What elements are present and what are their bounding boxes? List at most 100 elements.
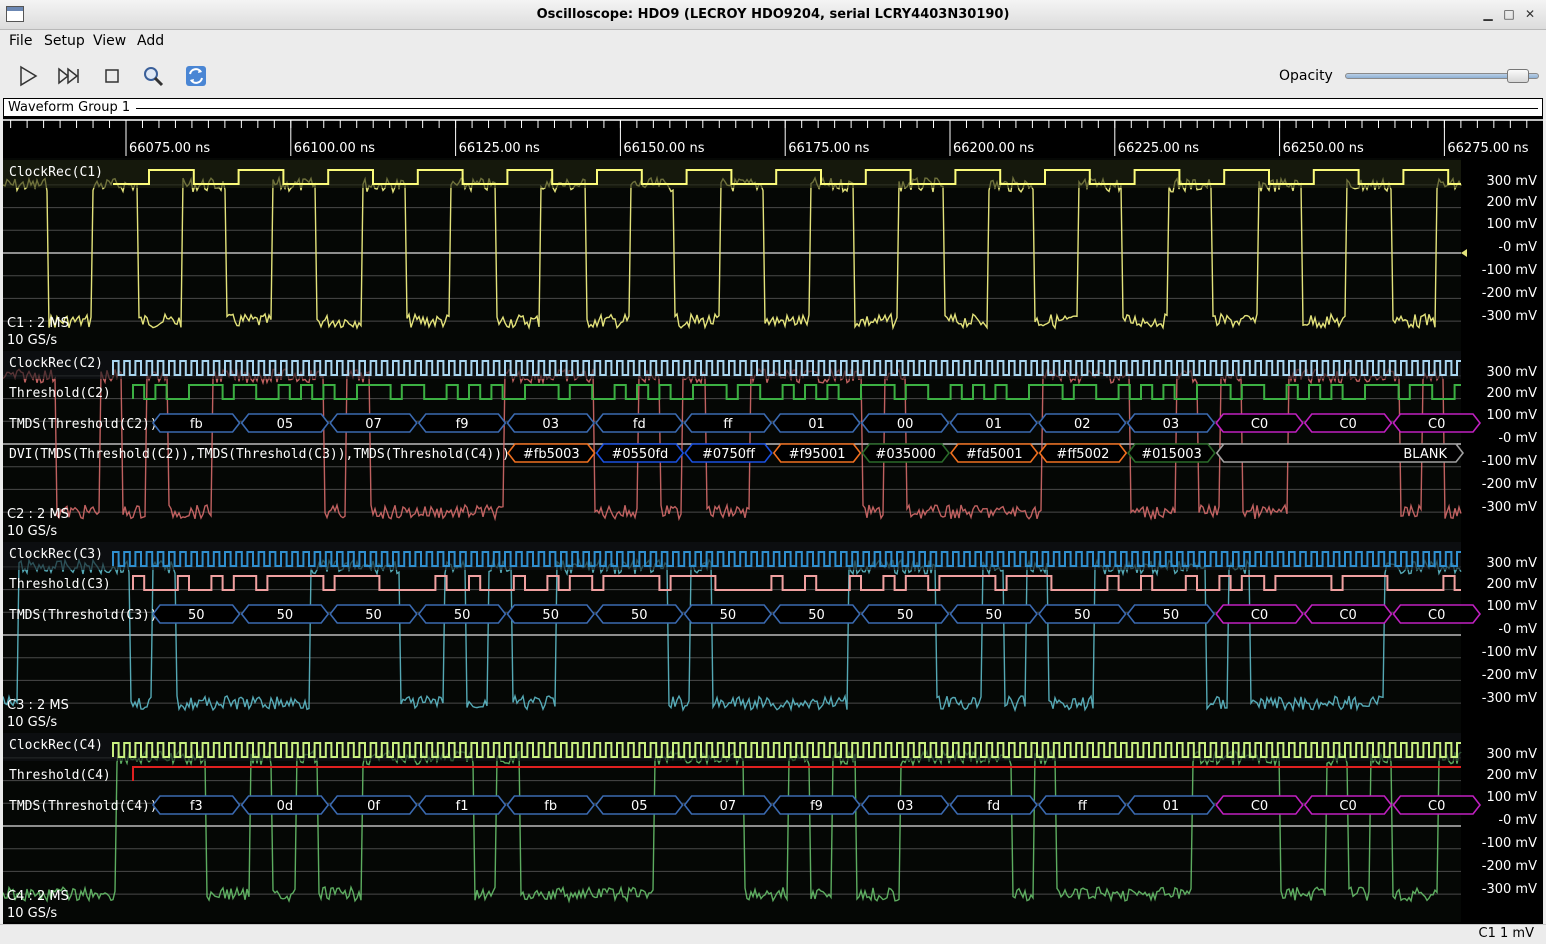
- trace-label: DVI(TMDS(Threshold(C2)),TMDS(Threshold(C…: [9, 447, 510, 462]
- scale-label: 200 mV: [1486, 577, 1537, 592]
- tmds-symbol-label: 50: [277, 608, 294, 623]
- stop-icon[interactable]: [100, 64, 124, 88]
- trigger-level-marker[interactable]: [1461, 249, 1467, 257]
- trace-label: ClockRec(C4): [9, 738, 103, 753]
- dvi-symbol-label: BLANK: [1403, 447, 1447, 462]
- scale-label: -300 mV: [1482, 309, 1537, 324]
- dvi-symbol-label: #0550fd: [611, 447, 668, 462]
- trace-label: TMDS(Threshold(C2)): [9, 417, 158, 432]
- tmds-symbol-label: 50: [631, 608, 648, 623]
- tmds-symbol-label: C0: [1251, 417, 1268, 432]
- minimize-icon[interactable]: ▁: [1480, 7, 1496, 23]
- scale-label: 100 mV: [1486, 599, 1537, 614]
- channel-rate-label: 10 GS/s: [7, 906, 57, 921]
- tmds-symbol-label: fd: [633, 417, 646, 432]
- dvi-symbol-label: #fd5001: [966, 447, 1023, 462]
- tmds-symbol-label: 07: [365, 417, 382, 432]
- channel-panel-c4[interactable]: ClockRec(C4) Threshold(C4) TMDS(Threshold(…: [3, 731, 1537, 922]
- menu-add[interactable]: Add: [137, 33, 164, 49]
- refresh-icon[interactable]: [184, 64, 208, 88]
- title-bar: Oscilloscope: HDO9 (LECROY HDO9204, seri…: [0, 0, 1546, 30]
- zoom-icon[interactable]: [141, 64, 165, 88]
- channel-panel-c1[interactable]: ClockRec(C1) C1 : 2 MS 10 GS/s 300 mV 200 mV…: [3, 158, 1537, 349]
- tmds-symbol-label: C0: [1428, 417, 1445, 432]
- scale-label: -100 mV: [1482, 454, 1537, 469]
- tmds-symbol-label: C0: [1251, 799, 1268, 814]
- trace-label: TMDS(Threshold(C3)): [9, 608, 158, 623]
- dvi-symbol-label: #f95001: [789, 447, 846, 462]
- trace-label: ClockRec(C1): [9, 165, 103, 180]
- channel-panel-c2[interactable]: ClockRec(C2) Threshold(C2) TMDS(Threshold(…: [3, 349, 1537, 540]
- tmds-symbol-label: C0: [1339, 799, 1356, 814]
- tmds-symbol-label: 03: [897, 799, 914, 814]
- tmds-symbol-label: 50: [720, 608, 737, 623]
- scale-label: 100 mV: [1486, 217, 1537, 232]
- scale-label: -200 mV: [1482, 668, 1537, 683]
- scale-label: -200 mV: [1482, 477, 1537, 492]
- tmds-symbol-label: 50: [985, 608, 1002, 623]
- dvi-symbol-label: #015003: [1141, 447, 1202, 462]
- tmds-symbol-label: 07: [720, 799, 737, 814]
- channel-memory-label: C1 : 2 MS: [7, 316, 69, 331]
- channel-rate-label: 10 GS/s: [7, 524, 57, 539]
- tmds-symbol-label: fd: [987, 799, 1000, 814]
- tmds-symbol-label: 03: [542, 417, 559, 432]
- tmds-symbol-label: 00: [897, 417, 914, 432]
- window-title: Oscilloscope: HDO9 (LECROY HDO9204, seri…: [536, 7, 1010, 22]
- maximize-icon[interactable]: □: [1501, 7, 1517, 23]
- scale-label: 300 mV: [1486, 747, 1537, 762]
- waveform-group: Waveform Group 1 66075.00 ns 66100.00 ns 6…: [3, 98, 1543, 924]
- scale-label: -0 mV: [1498, 240, 1537, 255]
- dvi-symbol-label: #0750ff: [702, 447, 756, 462]
- status-bar: C1 1 mV: [0, 924, 1546, 944]
- scale-label: 100 mV: [1486, 790, 1537, 805]
- tmds-symbol-label: ff: [723, 417, 733, 432]
- waveform-view[interactable]: ClockRec(C1) C1 : 2 MS 10 GS/s 300 mV 200 mV…: [3, 98, 1543, 924]
- scale-label: -200 mV: [1482, 859, 1537, 874]
- trace-label: ClockRec(C3): [9, 547, 103, 562]
- tmds-symbol-label: C0: [1339, 417, 1356, 432]
- scale-label: -0 mV: [1498, 813, 1537, 828]
- scale-label: -100 mV: [1482, 263, 1537, 278]
- tmds-symbol-label: 50: [1163, 608, 1180, 623]
- menu-file[interactable]: File: [9, 33, 32, 49]
- tmds-symbol-label: 50: [365, 608, 382, 623]
- trace-label: ClockRec(C2): [9, 356, 103, 371]
- menu-setup[interactable]: Setup: [44, 33, 85, 49]
- tmds-symbol-label: 03: [1163, 417, 1180, 432]
- scale-label: 100 mV: [1486, 408, 1537, 423]
- scale-label: -0 mV: [1498, 622, 1537, 637]
- scale-label: 300 mV: [1486, 174, 1537, 189]
- scale-label: -200 mV: [1482, 286, 1537, 301]
- scale-label: 200 mV: [1486, 768, 1537, 783]
- channel-memory-label: C2 : 2 MS: [7, 507, 69, 522]
- trace-label: Threshold(C4): [9, 768, 111, 783]
- menu-view[interactable]: View: [93, 33, 126, 49]
- channel-rate-label: 10 GS/s: [7, 333, 57, 348]
- tmds-symbol-label: 50: [454, 608, 471, 623]
- scale-label: -300 mV: [1482, 500, 1537, 515]
- step-icon[interactable]: [57, 64, 81, 88]
- channel-memory-label: C4 : 2 MS: [7, 889, 69, 904]
- tmds-symbol-label: C0: [1428, 799, 1445, 814]
- tmds-symbol-label: 50: [897, 608, 914, 623]
- opacity-slider-handle[interactable]: [1506, 69, 1529, 83]
- trace-label: TMDS(Threshold(C4)): [9, 799, 158, 814]
- tmds-symbol-label: C0: [1339, 608, 1356, 623]
- tmds-symbol-label: 50: [1074, 608, 1091, 623]
- channel-panel-c3[interactable]: ClockRec(C3) Threshold(C3) TMDS(Threshold(…: [3, 540, 1537, 731]
- tmds-symbol-label: 01: [1163, 799, 1180, 814]
- play-icon[interactable]: [16, 64, 40, 88]
- tmds-symbol-label: C0: [1251, 608, 1268, 623]
- menu-bar: File Setup View Add: [0, 30, 1546, 54]
- tmds-symbol-label: 05: [631, 799, 648, 814]
- close-icon[interactable]: ✕: [1522, 7, 1538, 23]
- tmds-symbol-label: f3: [190, 799, 203, 814]
- channel-memory-label: C3 : 2 MS: [7, 698, 69, 713]
- tmds-symbol-label: 50: [542, 608, 559, 623]
- tmds-symbol-label: 02: [1074, 417, 1091, 432]
- tmds-symbol-label: C0: [1428, 608, 1445, 623]
- trace-label: Threshold(C2): [9, 386, 111, 401]
- tmds-symbol-label: 01: [808, 417, 825, 432]
- dvi-symbol-label: #035000: [875, 447, 936, 462]
